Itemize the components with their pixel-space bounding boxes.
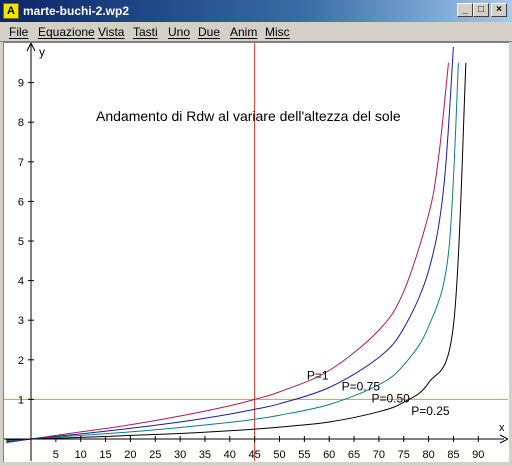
y-tick-label: 8 [18, 117, 24, 129]
app-logo-icon: A [3, 3, 19, 19]
x-tick-label: 30 [174, 449, 186, 461]
x-tick-label: 35 [199, 449, 211, 461]
x-tick-label: 50 [273, 449, 285, 461]
menu-due[interactable]: Due [198, 25, 220, 39]
menu-anim[interactable]: Anim [230, 25, 257, 39]
series-label: P=0.50 [371, 392, 410, 406]
title-bar: A marte-buchi-2.wp2 _ □ × [0, 0, 512, 22]
minimize-icon: _ [462, 4, 468, 15]
y-tick-label: 4 [18, 276, 24, 288]
x-tick-label: 85 [447, 449, 459, 461]
y-tick-label: 7 [18, 157, 24, 169]
chart-svg: 5 10 15 20 25 30 35 40 45 50 55 60 65 70 75 80 85 9012345… [4, 41, 510, 461]
menu-equazione[interactable]: Equazione [38, 25, 95, 39]
menu-file[interactable]: File [9, 25, 28, 39]
maximize-button[interactable]: □ [473, 3, 489, 17]
window-title: marte-buchi-2.wp2 [23, 4, 130, 18]
series-label: P=0.25 [411, 404, 450, 418]
x-tick-label: 90 [472, 449, 484, 461]
chart-title: Andamento di Rdw al variare dell'altezza… [96, 108, 401, 124]
menu-vista[interactable]: Vista [98, 25, 124, 39]
y-tick-label: 9 [18, 78, 24, 90]
x-tick-label: 15 [99, 449, 111, 461]
x-tick-label: 60 [323, 449, 335, 461]
plot-area[interactable]: 5 10 15 20 25 30 35 40 45 50 55 60 65 70 75 80 85 90 1 2 3 4 5… [3, 41, 510, 462]
maximize-icon: □ [477, 4, 485, 15]
y-tick-label: 3 [18, 315, 24, 327]
y-tick-label: 5 [18, 236, 24, 248]
y-tick-label: 1 [18, 394, 24, 406]
menu-uno[interactable]: Uno [168, 25, 190, 39]
menu-tasti[interactable]: Tasti [133, 25, 158, 39]
x-tick-label: 5 [53, 449, 59, 461]
x-tick-label: 45 [249, 449, 261, 461]
x-tick-label: 55 [298, 449, 310, 461]
x-tick-label: 75 [398, 449, 410, 461]
x-tick-label: 20 [124, 449, 136, 461]
x-axis-label: x [499, 422, 505, 434]
minimize-button[interactable]: _ [457, 3, 473, 17]
x-tick-label: 40 [224, 449, 236, 461]
y-axis-label: y [39, 45, 45, 59]
series-line-p075 [6, 46, 454, 443]
series-label: P=1 [307, 369, 329, 383]
x-tick-label: 65 [348, 449, 360, 461]
x-tick-label: 25 [149, 449, 161, 461]
close-icon: × [496, 4, 502, 15]
x-tick-label: 70 [373, 449, 385, 461]
y-tick-label: 6 [18, 196, 24, 208]
menu-misc[interactable]: Misc [265, 25, 290, 39]
x-tick-label: 80 [422, 449, 434, 461]
close-button[interactable]: × [491, 3, 507, 17]
menu-bar: File Equazione Vista Tasti Uno Due Anim … [0, 22, 512, 42]
x-tick-label: 10 [75, 449, 87, 461]
y-tick-label: 2 [18, 355, 24, 367]
